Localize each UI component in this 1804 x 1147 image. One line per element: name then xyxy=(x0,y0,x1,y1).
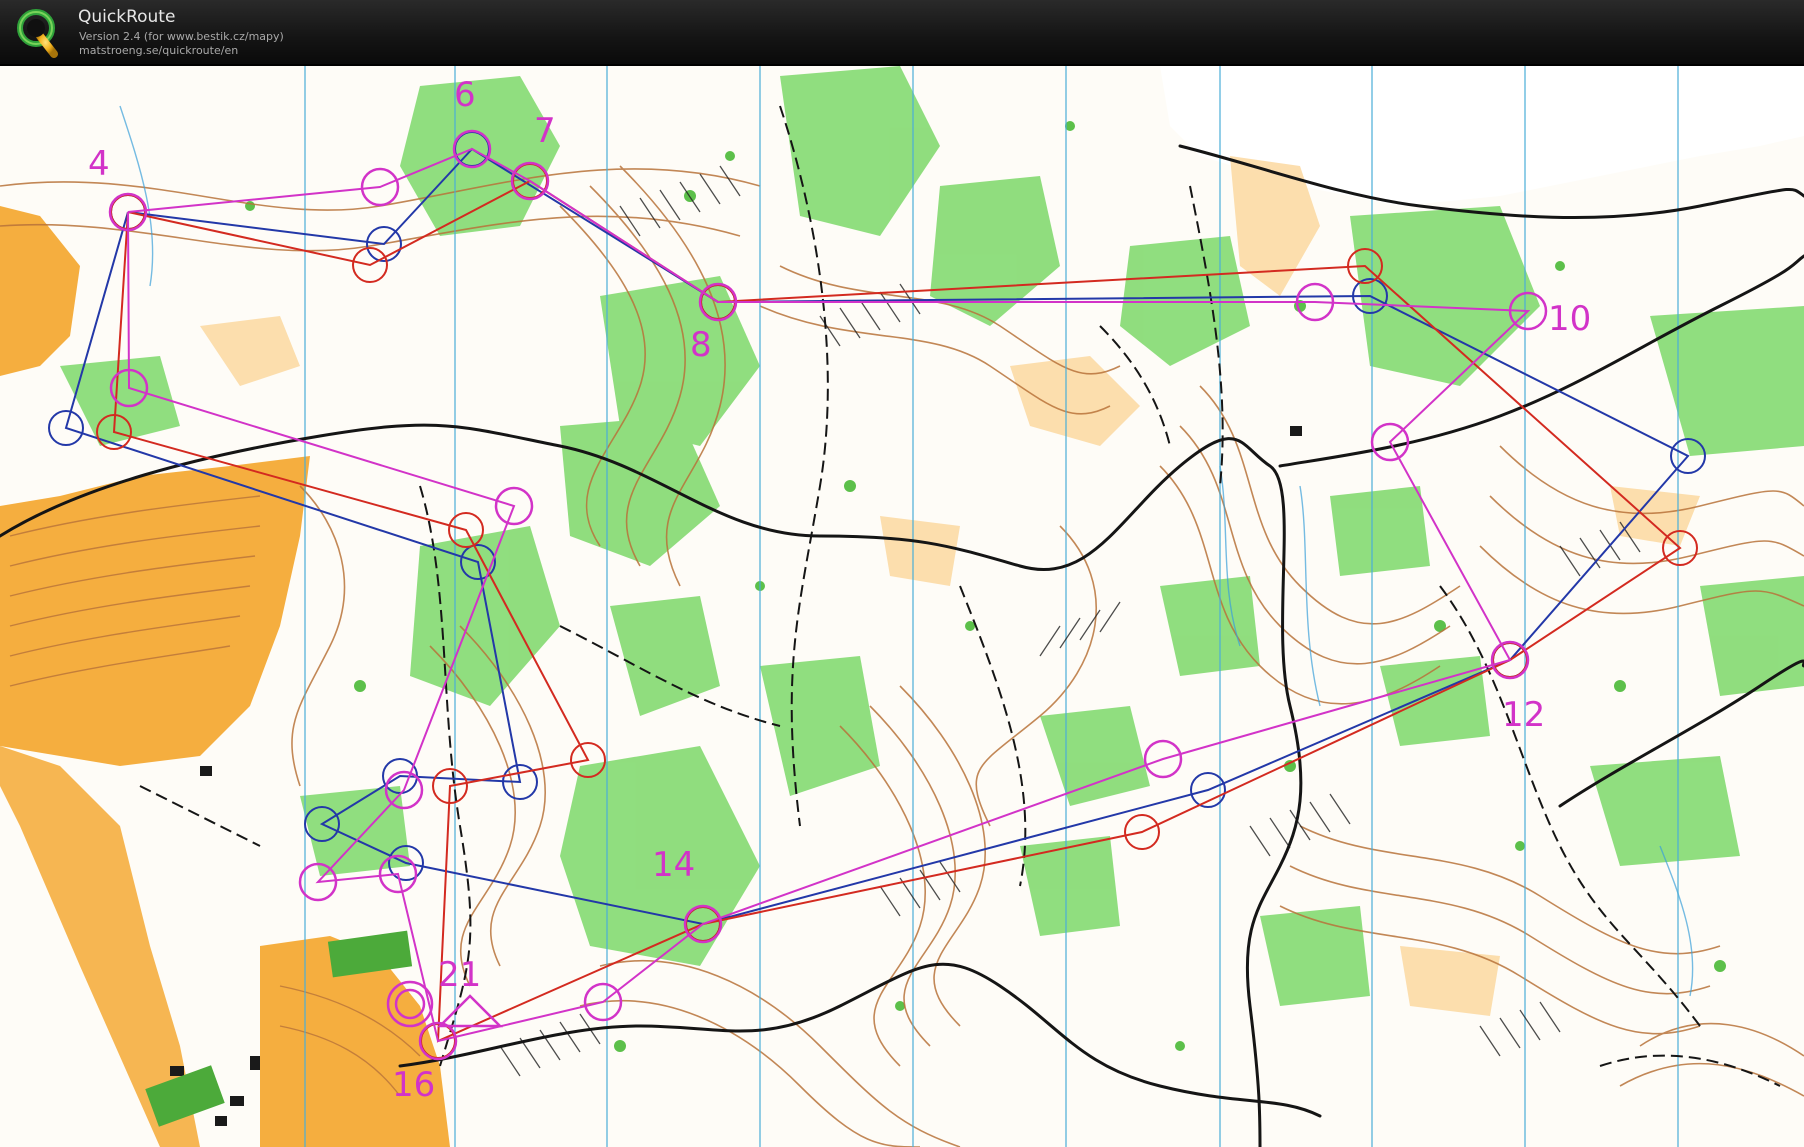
control-number-label: 14 xyxy=(652,845,695,885)
control-number-label: 16 xyxy=(392,1065,435,1105)
control-number-label: 6 xyxy=(454,75,476,115)
app-url[interactable]: matstroeng.se/quickroute/en xyxy=(79,44,238,57)
control-number-label: 8 xyxy=(690,325,712,365)
control-number-label: 10 xyxy=(1548,299,1591,339)
control-number-label: 7 xyxy=(534,111,556,151)
map-canvas[interactable]: 4 6 7 8 10 12 14 16 21 xyxy=(0,66,1804,1147)
control-number-label: 12 xyxy=(1502,695,1545,735)
quickroute-logo-icon xyxy=(17,9,58,58)
orienteering-map[interactable]: 4 6 7 8 10 12 14 16 21 xyxy=(0,66,1804,1147)
app-version: Version 2.4 (for www.bestik.cz/mapy) xyxy=(79,30,284,43)
control-number-label: 21 xyxy=(438,955,481,995)
quickroute-window: QuickRoute Version 2.4 (for www.bestik.c… xyxy=(0,0,1804,1147)
title-bar: QuickRoute Version 2.4 (for www.bestik.c… xyxy=(0,0,1804,66)
control-number-label: 4 xyxy=(88,144,110,184)
app-title: QuickRoute xyxy=(78,7,176,27)
